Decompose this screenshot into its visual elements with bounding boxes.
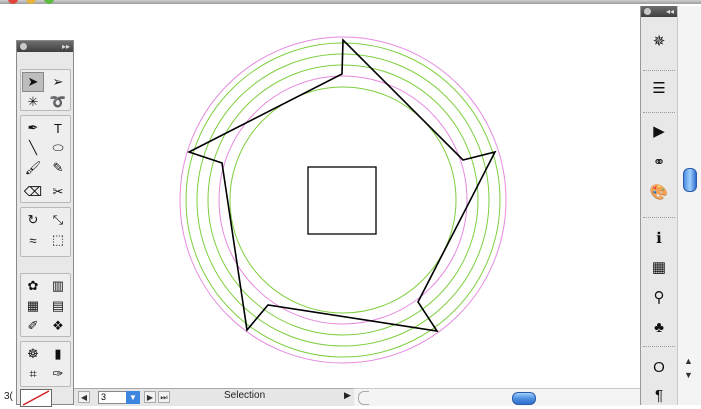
document-canvas[interactable] xyxy=(0,4,640,388)
lasso-tool-icon[interactable]: ➰ xyxy=(47,92,69,112)
character-icon[interactable]: O xyxy=(647,356,671,378)
vertical-scroll-thumb[interactable] xyxy=(683,168,697,192)
line-tool-icon[interactable]: ╲ xyxy=(22,138,44,158)
magic-wand-tool-icon[interactable]: ✳ xyxy=(22,92,44,112)
first-artboard-button[interactable]: ◀ xyxy=(78,391,90,403)
selection-tool-icon[interactable]: ➤ xyxy=(22,72,44,92)
scroll-up-arrow[interactable]: ▲ xyxy=(684,356,693,366)
green-ring-3 xyxy=(207,64,479,336)
symbols-icon[interactable]: ♣ xyxy=(647,316,671,338)
vertical-scrollbar[interactable]: ▲ ▼ xyxy=(677,6,701,405)
slice-tool-icon[interactable]: ✑ xyxy=(47,364,69,384)
scissors-tool-icon[interactable]: ✂ xyxy=(47,182,69,202)
green-ring-2 xyxy=(196,53,490,347)
paintbrush-tool-icon[interactable]: 🖌 xyxy=(22,158,44,178)
panel-dock: ◂◂ ✵ ☰ ▶ ⚭ 🎨 ℹ ▦ ⚲ ♣ O ¶ xyxy=(640,6,677,405)
center-square[interactable] xyxy=(307,166,377,235)
last-artboard-button[interactable]: ⏭ xyxy=(158,391,170,403)
close-icon[interactable] xyxy=(20,43,27,50)
navigator-icon[interactable]: ✵ xyxy=(647,30,671,52)
blend-tool-icon[interactable]: ❖ xyxy=(47,316,69,336)
mesh-tool-icon[interactable]: ▦ xyxy=(22,296,44,316)
dock-header[interactable]: ◂◂ xyxy=(641,6,677,17)
free-transform-tool-icon[interactable]: ⬚ xyxy=(47,230,69,250)
brushes-icon[interactable]: ⚲ xyxy=(647,286,671,308)
tools-panel-header[interactable]: ▸▸ xyxy=(17,41,73,52)
tools-panel: ▸▸ ➤ ➢ ✳ ➰ ✒ T ╲ ⬭ 🖌 ✎ ⌫ ✂ ↻ ⤡ ≈ ⬚ ✿ ▥ ▦ ▤ ✐ ❖ ☸ ▮ ⌗ ✑ xyxy=(16,40,74,405)
chevron-down-icon[interactable]: ▼ xyxy=(126,391,140,404)
scroll-down-arrow[interactable]: ▼ xyxy=(684,370,693,380)
stroke-icon[interactable]: ☰ xyxy=(647,77,671,99)
close-icon[interactable] xyxy=(644,8,651,15)
gradient-tool-icon[interactable]: ▤ xyxy=(47,296,69,316)
collapse-icon[interactable]: ▸▸ xyxy=(62,41,70,52)
horizontal-scrollbar[interactable] xyxy=(354,388,640,406)
status-bar: ◀ 3 ▼ ▶ ⏭ Selection ▶ xyxy=(74,388,354,406)
warp-tool-icon[interactable]: ≈ xyxy=(22,230,44,250)
eraser-tool-icon[interactable]: ⌫ xyxy=(22,182,44,202)
artboard-tool-icon[interactable]: ⌗ xyxy=(22,364,44,384)
paragraph-icon[interactable]: ¶ xyxy=(647,384,671,406)
pen-tool-icon[interactable]: ✒ xyxy=(22,118,44,138)
status-label: Selection xyxy=(224,390,266,401)
direct-selection-tool-icon[interactable]: ➢ xyxy=(47,72,69,92)
green-ring-1 xyxy=(185,42,501,358)
fill-stroke-swatch[interactable] xyxy=(20,389,52,407)
artwork xyxy=(179,36,507,364)
symbol-tool-icon[interactable]: ☸ xyxy=(22,344,44,364)
symbol-sprayer-tool-icon[interactable]: ✿ xyxy=(22,276,44,296)
links-icon[interactable]: ⚭ xyxy=(647,151,671,173)
dock-separator xyxy=(643,112,675,116)
color-icon[interactable]: 🎨 xyxy=(647,181,671,203)
dock-separator xyxy=(643,70,675,74)
rotate-tool-icon[interactable]: ↻ xyxy=(22,210,44,230)
column-graph-tool-icon[interactable]: ▥ xyxy=(47,276,69,296)
green-ring-4 xyxy=(229,86,457,314)
zoom-level[interactable]: 3( xyxy=(4,388,18,405)
pink-guide-inner xyxy=(218,75,468,325)
info-icon[interactable]: ℹ xyxy=(647,227,671,249)
pink-guide-outer xyxy=(179,36,507,364)
type-tool-icon[interactable]: T xyxy=(47,118,69,138)
actions-icon[interactable]: ▶ xyxy=(647,120,671,142)
dock-separator xyxy=(643,217,675,221)
status-menu-arrow[interactable]: ▶ xyxy=(344,390,351,401)
scroll-left-cap xyxy=(358,391,369,405)
dock-separator xyxy=(643,346,675,350)
graph-tool-icon[interactable]: ▮ xyxy=(47,344,69,364)
scale-tool-icon[interactable]: ⤡ xyxy=(47,210,69,230)
next-artboard-button[interactable]: ▶ xyxy=(144,391,156,403)
eyedropper-tool-icon[interactable]: ✐ xyxy=(22,316,44,336)
expand-icon[interactable]: ◂◂ xyxy=(666,6,674,17)
ellipse-tool-icon[interactable]: ⬭ xyxy=(47,138,69,158)
swatches-icon[interactable]: ▦ xyxy=(647,256,671,278)
horizontal-scroll-thumb[interactable] xyxy=(512,392,536,405)
pencil-tool-icon[interactable]: ✎ xyxy=(47,158,69,178)
